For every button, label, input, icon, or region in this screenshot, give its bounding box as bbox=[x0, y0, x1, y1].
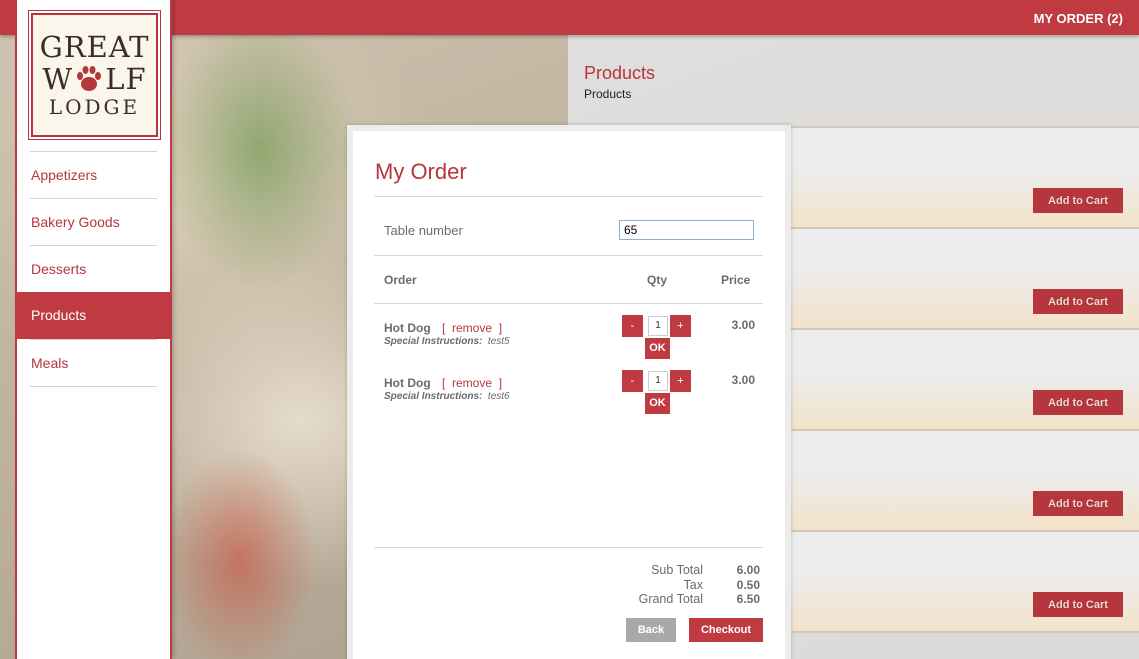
products-header: Products Products bbox=[568, 35, 1139, 128]
sidebar-item-products[interactable]: Products bbox=[17, 292, 170, 339]
divider bbox=[374, 547, 763, 548]
sidebar: GREAT W LF LODGE Appetizers Bakery Goods… bbox=[15, 0, 172, 659]
add-to-cart-button[interactable]: Add to Cart bbox=[1033, 390, 1123, 415]
my-order-modal: My Order Table number Order Qty Price Ho… bbox=[347, 125, 791, 659]
modal-title: My Order bbox=[375, 159, 467, 184]
checkout-button[interactable]: Checkout bbox=[689, 618, 763, 642]
qty-column-header: Qty bbox=[647, 273, 668, 287]
order-totals: Sub Total 6.00 Tax 0.50 Grand Total 6.50 bbox=[603, 563, 760, 607]
add-to-cart-button[interactable]: Add to Cart bbox=[1033, 592, 1123, 617]
price-column-header: Price bbox=[721, 273, 751, 287]
order-item: Hot Dog [ remove ] Special Instructions:… bbox=[384, 315, 764, 371]
order-item: Hot Dog [ remove ] Special Instructions:… bbox=[384, 370, 764, 426]
item-name: Hot Dog bbox=[384, 376, 431, 390]
special-instructions: Special Instructions: test5 bbox=[384, 336, 510, 347]
special-instructions: Special Instructions: test6 bbox=[384, 391, 510, 402]
table-number-label: Table number bbox=[384, 223, 463, 238]
sidebar-item-desserts[interactable]: Desserts bbox=[30, 245, 157, 292]
grand-total-value: 6.50 bbox=[736, 592, 760, 606]
subtotal-label: Sub Total bbox=[651, 563, 703, 577]
decrease-qty-button[interactable]: - bbox=[622, 370, 643, 392]
order-column-header: Order bbox=[384, 273, 417, 287]
ok-button[interactable]: OK bbox=[645, 338, 670, 359]
add-to-cart-button[interactable]: Add to Cart bbox=[1033, 188, 1123, 213]
sidebar-item-meals[interactable]: Meals bbox=[30, 339, 157, 386]
sidebar-item-bakery-goods[interactable]: Bakery Goods bbox=[30, 198, 157, 245]
remove-link[interactable]: [ remove ] bbox=[442, 321, 502, 335]
qty-input[interactable]: 1 bbox=[648, 371, 668, 391]
products-title: Products bbox=[584, 63, 656, 83]
increase-qty-button[interactable]: + bbox=[670, 370, 691, 392]
item-price: 3.00 bbox=[731, 318, 755, 332]
products-breadcrumb: Products bbox=[584, 87, 632, 101]
ok-button[interactable]: OK bbox=[645, 393, 670, 414]
decrease-qty-button[interactable]: - bbox=[622, 315, 643, 337]
divider bbox=[374, 303, 763, 304]
item-price: 3.00 bbox=[731, 373, 755, 387]
great-wolf-lodge-logo[interactable]: GREAT W LF LODGE bbox=[28, 10, 161, 140]
add-to-cart-button[interactable]: Add to Cart bbox=[1033, 289, 1123, 314]
my-order-link[interactable]: MY ORDER (2) bbox=[1034, 11, 1123, 26]
item-name: Hot Dog bbox=[384, 321, 431, 335]
table-number-input[interactable] bbox=[619, 220, 754, 240]
sidebar-item-appetizers[interactable]: Appetizers bbox=[30, 151, 157, 198]
grand-total-label: Grand Total bbox=[638, 592, 703, 606]
divider bbox=[374, 196, 763, 197]
paw-icon bbox=[77, 66, 102, 91]
subtotal-value: 6.00 bbox=[736, 563, 760, 577]
back-button[interactable]: Back bbox=[626, 618, 676, 642]
increase-qty-button[interactable]: + bbox=[670, 315, 691, 337]
add-to-cart-button[interactable]: Add to Cart bbox=[1033, 491, 1123, 516]
category-nav: Appetizers Bakery Goods Desserts Product… bbox=[17, 151, 170, 387]
tax-value: 0.50 bbox=[736, 577, 760, 592]
remove-link[interactable]: [ remove ] bbox=[442, 376, 502, 390]
divider bbox=[374, 255, 763, 256]
qty-input[interactable]: 1 bbox=[648, 316, 668, 336]
tax-label: Tax bbox=[683, 577, 703, 592]
